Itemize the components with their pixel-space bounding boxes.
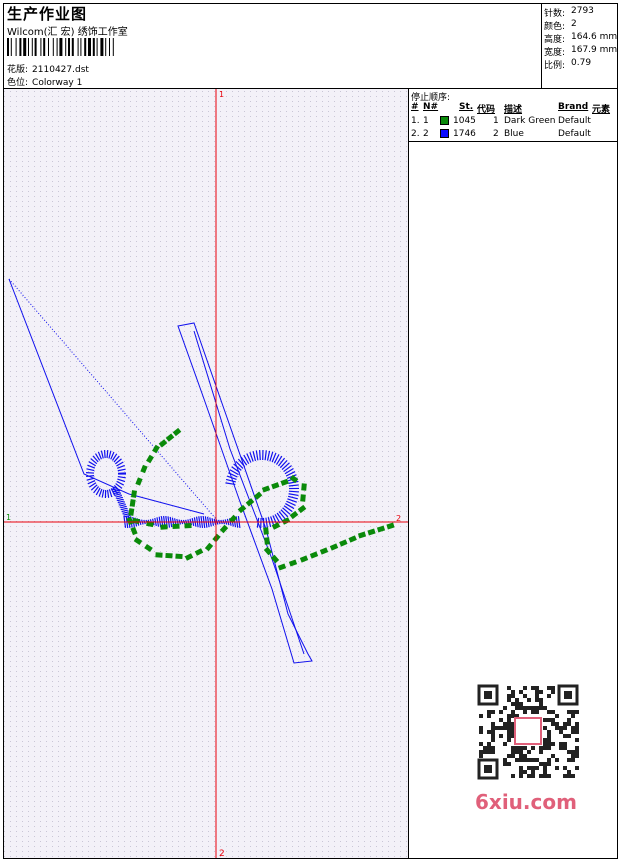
page-title: 生产作业图 [7, 5, 88, 23]
stat-value: 2 [571, 19, 577, 29]
row-n: 2 [423, 129, 429, 139]
colorway-label: 色位: [7, 78, 29, 88]
stat-height: 高度: 164.6 mm [544, 32, 617, 45]
studio-name: Wilcom(汇 宏) 绣饰工作室 [7, 27, 128, 38]
stat-stitches: 针数: 2793 [544, 6, 594, 19]
row-stitches: 1045 [453, 116, 476, 126]
qr-logo [514, 717, 542, 745]
row-code: 2 [493, 129, 499, 139]
colorway-line: 色位: Colorway 1 [7, 75, 82, 88]
row-desc: Dark Green [504, 116, 556, 126]
stat-value: 164.6 mm [571, 32, 618, 42]
color-swatch [440, 129, 449, 138]
colorway-value: Colorway 1 [32, 78, 83, 88]
row-desc: Blue [504, 129, 524, 139]
stat-colors: 颜色: 2 [544, 19, 577, 32]
design-label: 花版: [7, 65, 29, 75]
stat-label: 宽度: [544, 48, 566, 58]
stat-scale: 比例: 0.79 [544, 58, 591, 71]
panel-divider [408, 88, 409, 859]
col-index: # [411, 102, 419, 112]
stat-value: 167.9 mm [571, 45, 618, 55]
row-code: 1 [493, 116, 499, 126]
row-brand: Default [558, 129, 591, 139]
stat-label: 颜色: [544, 22, 566, 32]
col-stitches: St. [459, 102, 474, 112]
row-n: 1 [423, 116, 429, 126]
stat-label: 针数: [544, 9, 566, 19]
design-canvas[interactable]: 1 1 2 2 [4, 89, 408, 858]
stat-label: 高度: [544, 35, 566, 45]
canvas-grid [4, 89, 408, 858]
stat-value: 0.79 [571, 58, 592, 68]
stat-width: 宽度: 167.9 mm [544, 45, 617, 58]
table-divider [408, 141, 618, 142]
col-code: 代码 [477, 105, 496, 115]
stat-value: 2793 [571, 6, 594, 16]
axis-label-bottom: 2 [219, 849, 225, 858]
barcode [7, 38, 114, 56]
axis-label-top: 1 [219, 90, 224, 99]
design-value: 2110427.dst [32, 65, 89, 75]
stat-label: 比例: [544, 61, 566, 71]
axis-label-left: 1 [6, 513, 11, 522]
stats-divider [541, 3, 542, 89]
col-n: N# [423, 102, 439, 112]
embroidery-preview: 1 1 2 2 [4, 89, 408, 858]
row-stitches: 1746 [453, 129, 476, 139]
row-index: 1. [411, 116, 420, 126]
qr-code[interactable] [471, 680, 585, 784]
axis-label-right: 2 [396, 514, 401, 523]
row-index: 2. [411, 129, 420, 139]
col-desc: 描述 [504, 105, 523, 115]
color-swatch [440, 116, 449, 125]
row-brand: Default [558, 116, 591, 126]
watermark-logo: 6xiu.com [475, 790, 577, 814]
col-brand: Brand [558, 102, 589, 112]
design-line: 花版: 2110427.dst [7, 62, 89, 75]
col-element: 元素 [592, 105, 611, 115]
